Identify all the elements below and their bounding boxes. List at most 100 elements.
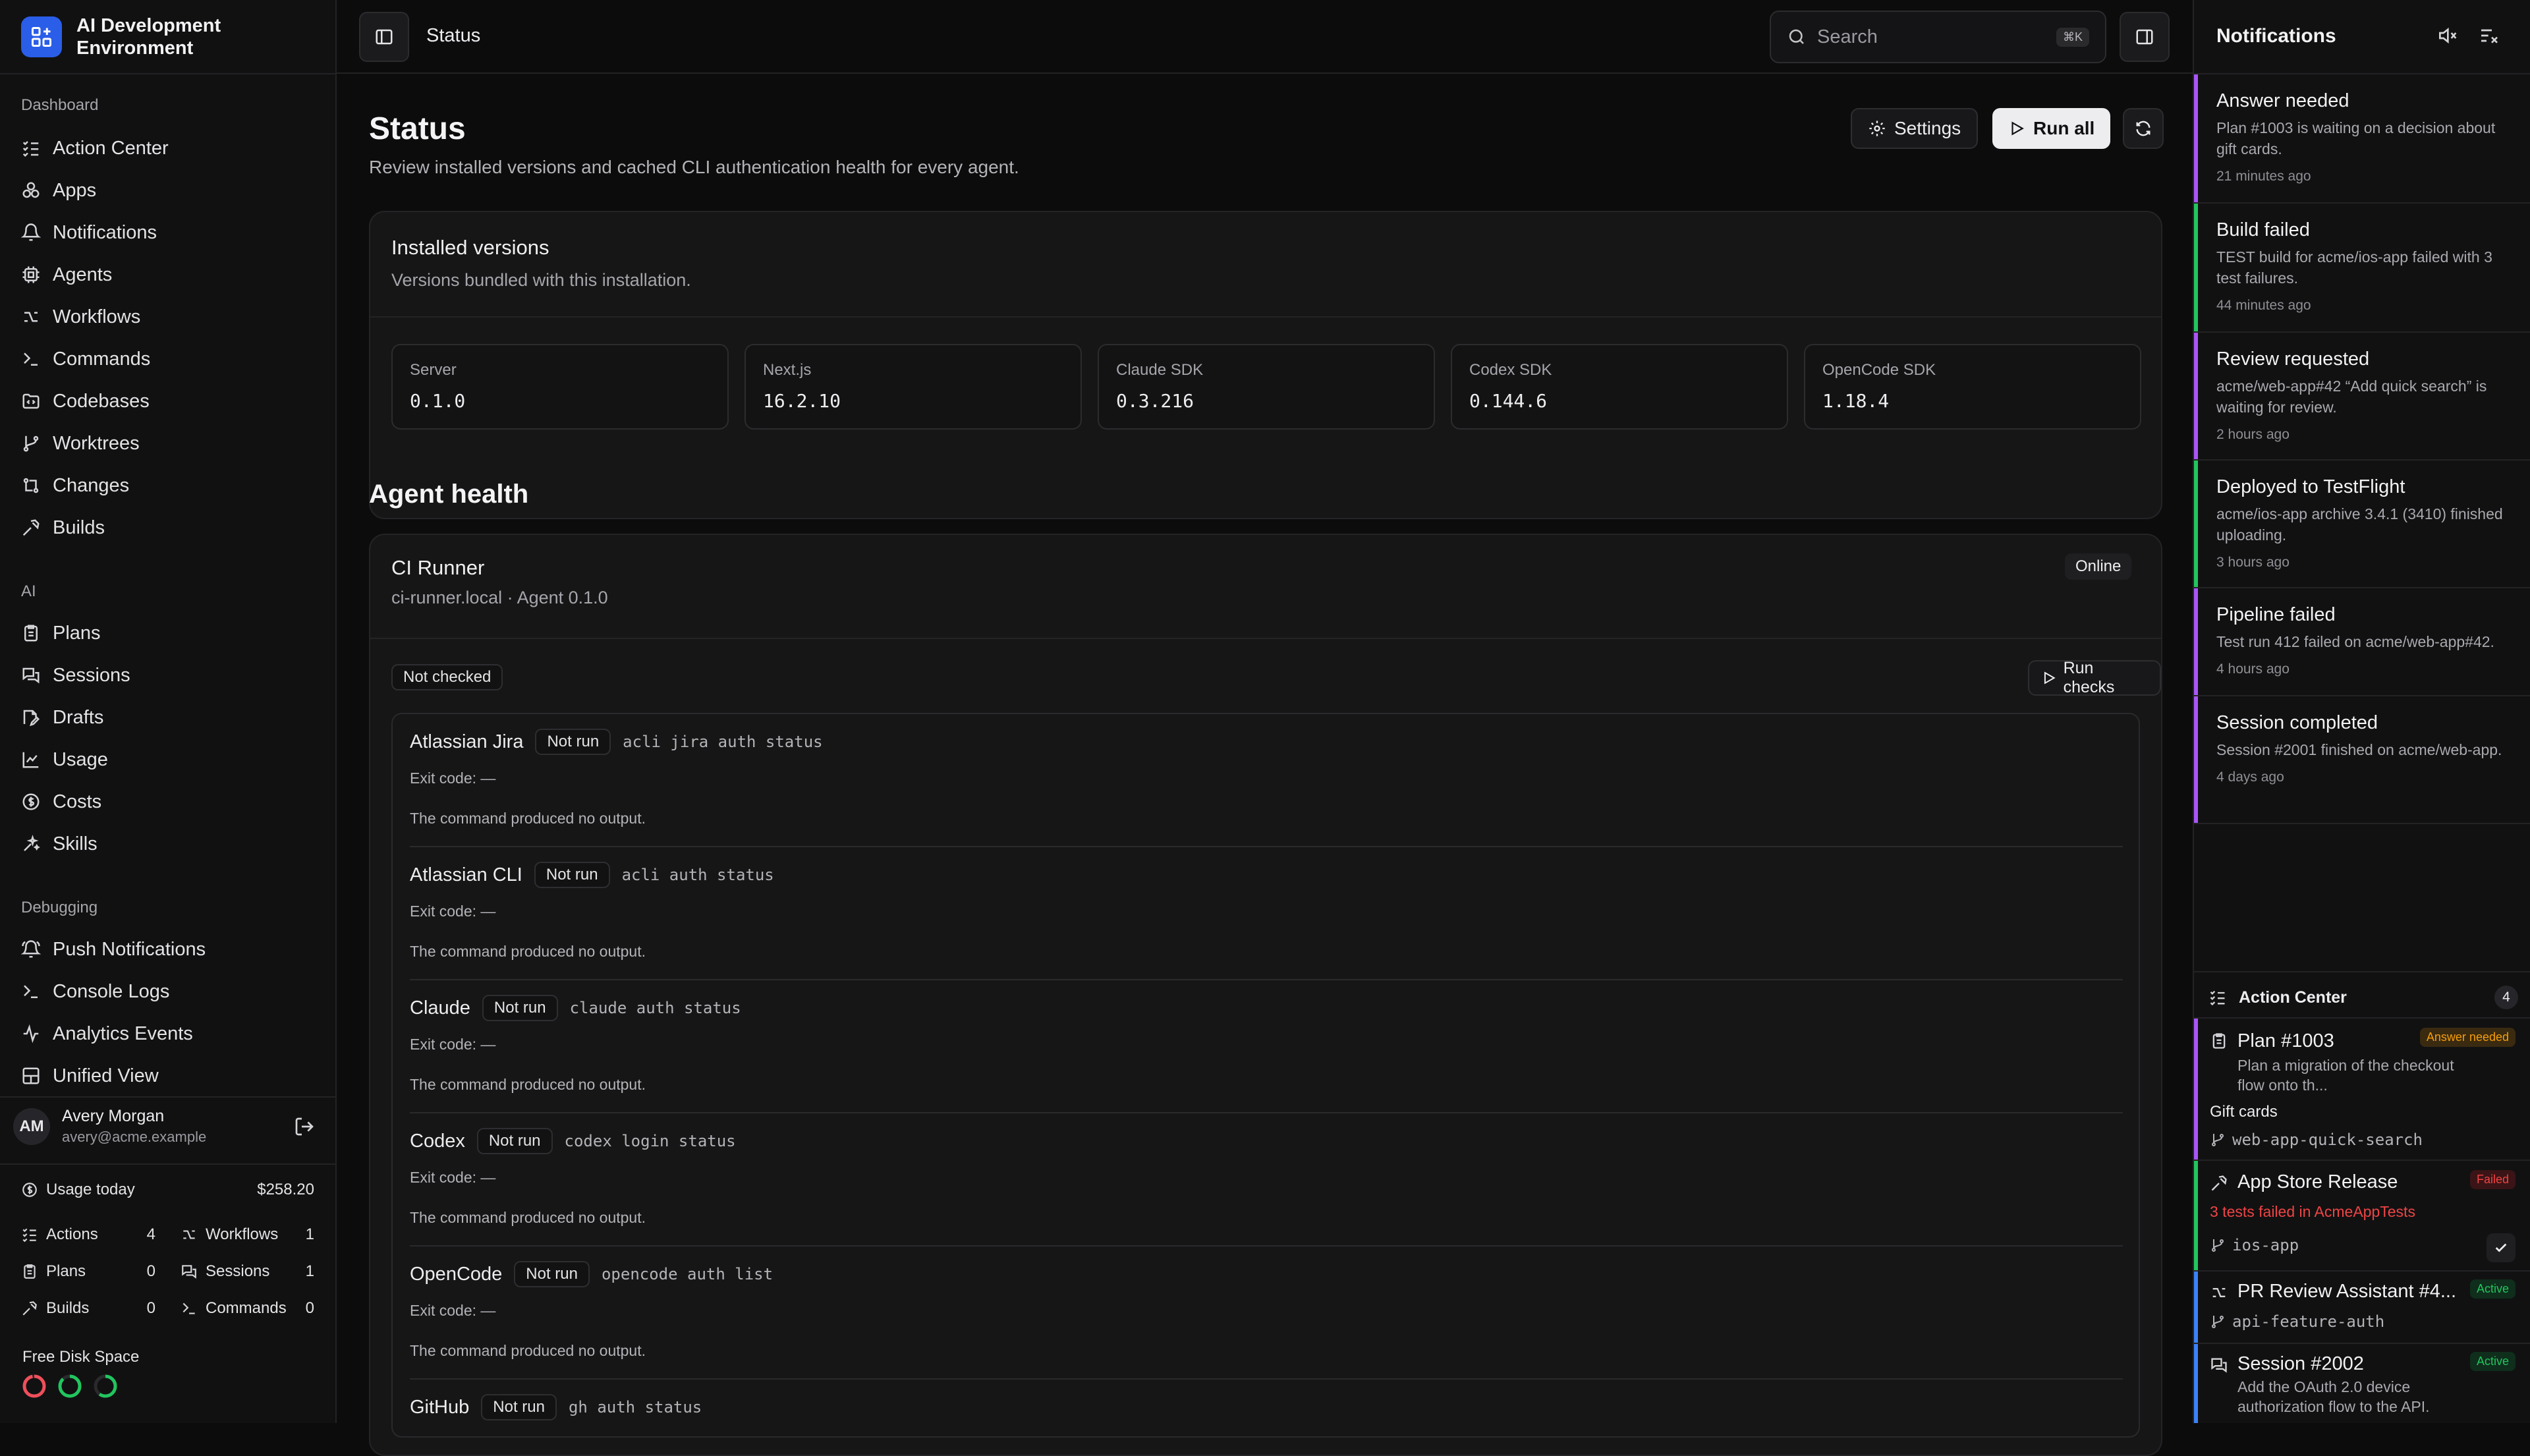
clear-all-icon[interactable] [2479, 25, 2500, 46]
terminal-icon [24, 352, 38, 366]
action-item-session[interactable]: Session #2002 Active Add the OAuth 2.0 d… [2194, 1344, 2530, 1423]
toggle-panel-button[interactable] [2120, 12, 2170, 62]
check-status-pill: Not run [535, 729, 611, 755]
sidebar-item-analytics-events[interactable]: Analytics Events [21, 1017, 311, 1051]
messages-icon [22, 667, 40, 684]
sidebar-item-label: Builds [53, 517, 105, 538]
mute-icon[interactable] [2436, 25, 2458, 46]
sidebar-item-skills[interactable]: Skills [21, 827, 311, 861]
stat-value: 0 [146, 1299, 155, 1317]
search-icon [1789, 29, 1804, 44]
usage-today-amount: $258.20 [257, 1181, 314, 1198]
check-status-badge: Not checked [391, 664, 503, 690]
stat-workflows[interactable]: Workflows 1 [181, 1225, 314, 1244]
branch-name: web-app-quick-search [2232, 1131, 2423, 1149]
settings-label: Settings [1894, 118, 1961, 138]
sidebar-item-workflows[interactable]: Workflows [21, 300, 311, 334]
notification-item[interactable]: Deployed to TestFlight acme/ios-app arch… [2194, 461, 2530, 588]
action-item-pr-review[interactable]: PR Review Assistant #4... Active api-fea… [2194, 1272, 2530, 1344]
sidebar-item-push-notifications[interactable]: Push Notifications [21, 932, 311, 966]
layout-icon [22, 1067, 40, 1084]
sidebar-item-unified-view[interactable]: Unified View [21, 1059, 311, 1093]
dollar-circle-icon [22, 793, 40, 810]
sidebar-item-console-logs[interactable]: Console Logs [21, 974, 311, 1009]
action-description: Add the OAuth 2.0 device authorization f… [2237, 1378, 2430, 1415]
version-tile-opencode-sdk: OpenCode SDK 1.18.4 [1804, 344, 2141, 430]
logout-icon[interactable] [294, 1116, 315, 1137]
sidebar-item-builds[interactable]: Builds [21, 511, 311, 545]
sidebar-item-changes[interactable]: Changes [21, 468, 311, 503]
stat-commands[interactable]: Commands 0 [181, 1299, 314, 1318]
notification-accent [2194, 696, 2198, 823]
notification-accent [2194, 333, 2198, 459]
notification-item[interactable]: Session completed Session #2001 finished… [2194, 696, 2530, 824]
divider [410, 1112, 2123, 1113]
notification-body: acme/ios-app archive 3.4.1 (3410) finish… [2216, 505, 2503, 544]
file-edit-icon [23, 710, 40, 727]
sidebar-item-apps[interactable]: Apps [21, 173, 311, 208]
usage-today-label: Usage today [46, 1181, 135, 1198]
notification-item[interactable]: Build failed TEST build for acme/ios-app… [2194, 204, 2530, 333]
stat-label: Sessions [206, 1262, 270, 1280]
sidebar-item-commands[interactable]: Commands [21, 342, 311, 376]
git-branch-icon [2212, 1239, 2224, 1252]
approve-button[interactable] [2487, 1233, 2516, 1262]
stat-builds[interactable]: Builds 0 [21, 1299, 155, 1318]
sidebar-item-sessions[interactable]: Sessions [21, 658, 311, 692]
notification-item[interactable]: Pipeline failed Test run 412 failed on a… [2194, 588, 2530, 696]
list-item: Claude Not run claude auth status Exit c… [410, 995, 2123, 1094]
notification-time: 21 minutes ago [2216, 169, 2311, 184]
git-compare-icon [23, 478, 39, 493]
disk-ring-3 [94, 1374, 117, 1398]
sparkles-icon [24, 835, 40, 851]
sidebar-item-drafts[interactable]: Drafts [21, 700, 311, 735]
sidebar-item-label: Unified View [53, 1065, 159, 1086]
stat-plans[interactable]: Plans 0 [21, 1262, 155, 1281]
stat-sessions[interactable]: Sessions 1 [181, 1262, 314, 1281]
status-badge: Active [2469, 1279, 2516, 1299]
brand[interactable]: AI Development Environment [21, 14, 261, 59]
version-label: Next.js [763, 361, 812, 379]
check-status-pill: Not run [482, 995, 558, 1021]
list-item: Atlassian CLI Not run acli auth status E… [410, 862, 2123, 961]
notification-accent [2194, 74, 2198, 202]
usage-today[interactable]: Usage today $258.20 [21, 1181, 314, 1199]
sidebar-item-worktrees[interactable]: Worktrees [21, 426, 311, 461]
page-title: Status [369, 111, 466, 146]
sidebar-item-plans[interactable]: Plans [21, 616, 311, 650]
sidebar-item-agents[interactable]: Agents [21, 258, 311, 292]
disk-space-rings[interactable] [21, 1373, 119, 1399]
version-tile-nextjs: Next.js 16.2.10 [745, 344, 1082, 430]
list-item: Atlassian Jira Not run acli jira auth st… [410, 729, 2123, 827]
user-profile[interactable]: AM Avery Morgan avery@acme.example [13, 1107, 206, 1146]
notification-item[interactable]: Answer needed Plan #1003 is waiting on a… [2194, 74, 2530, 204]
check-command: acli auth status [621, 866, 774, 884]
sidebar-item-costs[interactable]: Costs [21, 785, 311, 819]
action-title: Plan #1003 [2237, 1030, 2334, 1051]
action-item-plan[interactable]: Plan #1003 Answer needed Plan a migratio… [2194, 1019, 2530, 1161]
stat-value: 0 [146, 1262, 155, 1280]
divider [410, 1378, 2123, 1380]
action-center-header[interactable]: Action Center 4 [2208, 986, 2518, 1009]
notification-accent [2194, 588, 2198, 695]
clipboard-icon [2212, 1033, 2226, 1049]
notification-body: Session #2001 finished on acme/web-app. [2216, 741, 2502, 758]
refresh-button[interactable] [2123, 108, 2164, 149]
version-tile-server: Server 0.1.0 [391, 344, 729, 430]
stat-label: Workflows [206, 1225, 279, 1243]
notification-item[interactable]: Review requested acme/web-app#42 “Add qu… [2194, 333, 2530, 461]
sidebar-item-usage[interactable]: Usage [21, 742, 311, 777]
run-checks-button[interactable]: Run checks [2028, 659, 2161, 696]
disk-ring-fill [58, 1374, 82, 1398]
action-item-app-store-release[interactable]: App Store Release Failed 3 tests failed … [2194, 1161, 2530, 1272]
sidebar-item-action-center[interactable]: Action Center [21, 131, 311, 165]
sidebar-item-codebases[interactable]: Codebases [21, 384, 311, 418]
sidebar-item-notifications[interactable]: Notifications [21, 215, 311, 250]
toggle-sidebar-button[interactable] [359, 12, 409, 62]
stat-actions[interactable]: Actions 4 [21, 1225, 155, 1244]
settings-button[interactable]: Settings [1851, 108, 1979, 149]
search-input[interactable]: Search ⌘K [1770, 11, 2106, 63]
run-all-button[interactable]: Run all [1992, 108, 2111, 149]
stat-value: 1 [305, 1225, 314, 1243]
notification-title: Build failed [2216, 219, 2310, 240]
